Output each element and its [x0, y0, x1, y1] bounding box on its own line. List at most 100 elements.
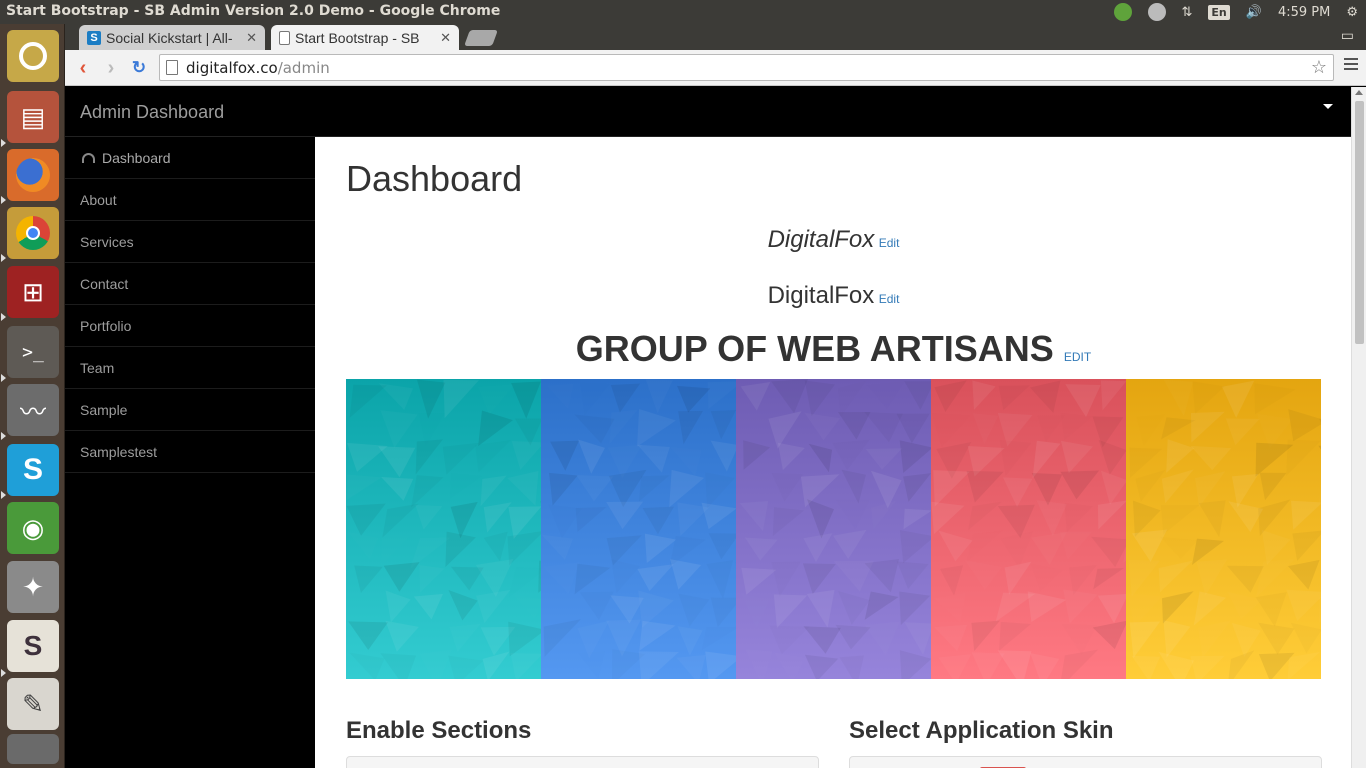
page-scrollbar[interactable] — [1351, 87, 1366, 768]
hero-facet — [1135, 470, 1165, 502]
reload-icon[interactable]: ↻ — [127, 56, 151, 80]
workspace-switcher-icon[interactable]: ⊞ — [7, 266, 59, 318]
hero-facet — [896, 413, 930, 444]
hero-facet — [1129, 621, 1161, 659]
hero-facet — [1004, 561, 1032, 595]
update-icon[interactable] — [1106, 0, 1140, 24]
hero-facet — [1193, 591, 1227, 626]
skype-icon[interactable]: S — [7, 444, 59, 496]
hero-facet — [834, 499, 870, 530]
trash-icon[interactable] — [7, 734, 59, 764]
gear-icon[interactable]: ⚙ — [1338, 0, 1366, 24]
chrome-menu-icon[interactable] — [1344, 58, 1358, 73]
firefox-icon[interactable] — [7, 149, 59, 201]
hero-facet — [670, 559, 702, 590]
navbar-brand[interactable]: Admin Dashboard — [80, 102, 224, 123]
application-skin-heading: Select Application Skin — [849, 717, 1114, 744]
terminal-icon[interactable]: >_ — [7, 326, 59, 378]
hero-facet — [741, 567, 777, 595]
tab-close-icon[interactable]: ✕ — [246, 30, 257, 46]
hero-stripe-purple — [736, 379, 931, 679]
hero-facet — [677, 385, 711, 413]
hero-facet — [448, 590, 478, 621]
hero-facet — [1036, 500, 1066, 536]
files-icon[interactable]: ▤ — [7, 91, 59, 143]
favicon-s-icon: S — [87, 30, 101, 45]
hero-facet — [1190, 411, 1225, 443]
hero-facet — [1063, 589, 1098, 623]
hero-facet — [771, 379, 809, 414]
hero-facet — [445, 531, 476, 568]
hero-facet — [541, 415, 573, 439]
ubuntu-logo-icon[interactable] — [7, 30, 59, 82]
tab-close-icon[interactable]: ✕ — [440, 30, 451, 46]
scrollbar-thumb[interactable] — [1355, 101, 1364, 344]
hero-facet — [1002, 477, 1033, 508]
status-icon[interactable] — [1140, 0, 1174, 24]
hero-facet — [903, 473, 931, 502]
keyboard-layout[interactable]: En — [1200, 0, 1237, 24]
text-editor-icon[interactable]: ✎ — [7, 678, 59, 730]
hero-facet — [803, 626, 841, 654]
hero-facet — [1164, 380, 1194, 417]
hero-facet — [866, 381, 905, 410]
hero-facet — [413, 593, 444, 620]
volume-icon[interactable]: 🔊 — [1238, 0, 1270, 24]
tab-social-kickstart[interactable]: S Social Kickstart | All- ✕ — [79, 25, 265, 50]
sidebar-item-about[interactable]: About — [65, 179, 315, 221]
hero-facet — [968, 502, 1002, 531]
sidebar-item-portfolio[interactable]: Portfolio — [65, 305, 315, 347]
url-path: /admin — [277, 58, 330, 77]
hero-facet — [804, 654, 839, 679]
settings-icon[interactable]: ✦ — [7, 561, 59, 613]
back-icon[interactable]: ‹ — [71, 56, 95, 80]
system-monitor-icon[interactable]: 〰 — [7, 384, 59, 436]
hero-facet — [346, 503, 386, 536]
slack-icon[interactable]: S — [7, 620, 59, 672]
hero-facet — [972, 413, 998, 444]
sidebar-item-services[interactable]: Services — [65, 221, 315, 263]
hero-facet — [1128, 560, 1159, 597]
hero-facet — [580, 591, 614, 620]
sidebar-item-contact[interactable]: Contact — [65, 263, 315, 305]
sidebar-item-dashboard[interactable]: Dashboard — [65, 137, 315, 179]
hero-facet — [1163, 620, 1191, 658]
hero-facet — [1161, 469, 1194, 504]
hero-facet — [838, 591, 870, 625]
network-icon[interactable]: ⇅ — [1174, 0, 1201, 24]
hero-facet — [833, 529, 867, 560]
hero-facet — [777, 442, 805, 471]
edit-tagline-link[interactable]: EDIT — [1064, 350, 1091, 364]
edit-site-title-link[interactable]: Edit — [879, 236, 900, 250]
hero-facet — [868, 534, 904, 563]
hero-facet — [1231, 473, 1259, 508]
hero-facet — [512, 593, 541, 619]
bookmark-star-icon[interactable]: ☆ — [1311, 57, 1327, 78]
hero-facet — [864, 622, 900, 656]
tagline-row: GROUP OF WEB ARTISANS EDIT — [346, 328, 1321, 370]
hero-facet — [711, 598, 736, 628]
hero-facet — [743, 440, 771, 470]
chrome-icon[interactable] — [7, 207, 59, 259]
sidebar-item-samplestest[interactable]: Samplestest — [65, 431, 315, 473]
hero-facet — [1160, 537, 1199, 560]
tab-start-bootstrap[interactable]: Start Bootstrap - SB ✕ — [271, 25, 459, 50]
hero-facet — [701, 627, 736, 651]
address-bar[interactable]: digitalfox.co/admin ☆ — [159, 54, 1334, 81]
new-tab-button[interactable] — [464, 30, 498, 46]
edit-site-name-link[interactable]: Edit — [879, 292, 900, 306]
hero-facet — [1064, 503, 1093, 533]
scroll-up-icon[interactable] — [1355, 90, 1363, 95]
clock[interactable]: 4:59 PM — [1270, 0, 1338, 24]
user-dropdown[interactable] — [1318, 104, 1333, 109]
hero-facet — [415, 504, 443, 530]
sidebar-item-sample[interactable]: Sample — [65, 389, 315, 431]
hero-facet — [381, 535, 411, 567]
hero-facet — [346, 411, 379, 440]
forward-icon[interactable]: › — [99, 56, 123, 80]
hero-facet — [899, 591, 931, 626]
hero-facet — [971, 620, 1000, 652]
restore-window-icon[interactable]: ▭ — [1341, 27, 1354, 44]
sidebar-item-team[interactable]: Team — [65, 347, 315, 389]
cheese-icon[interactable]: ◉ — [7, 502, 59, 554]
